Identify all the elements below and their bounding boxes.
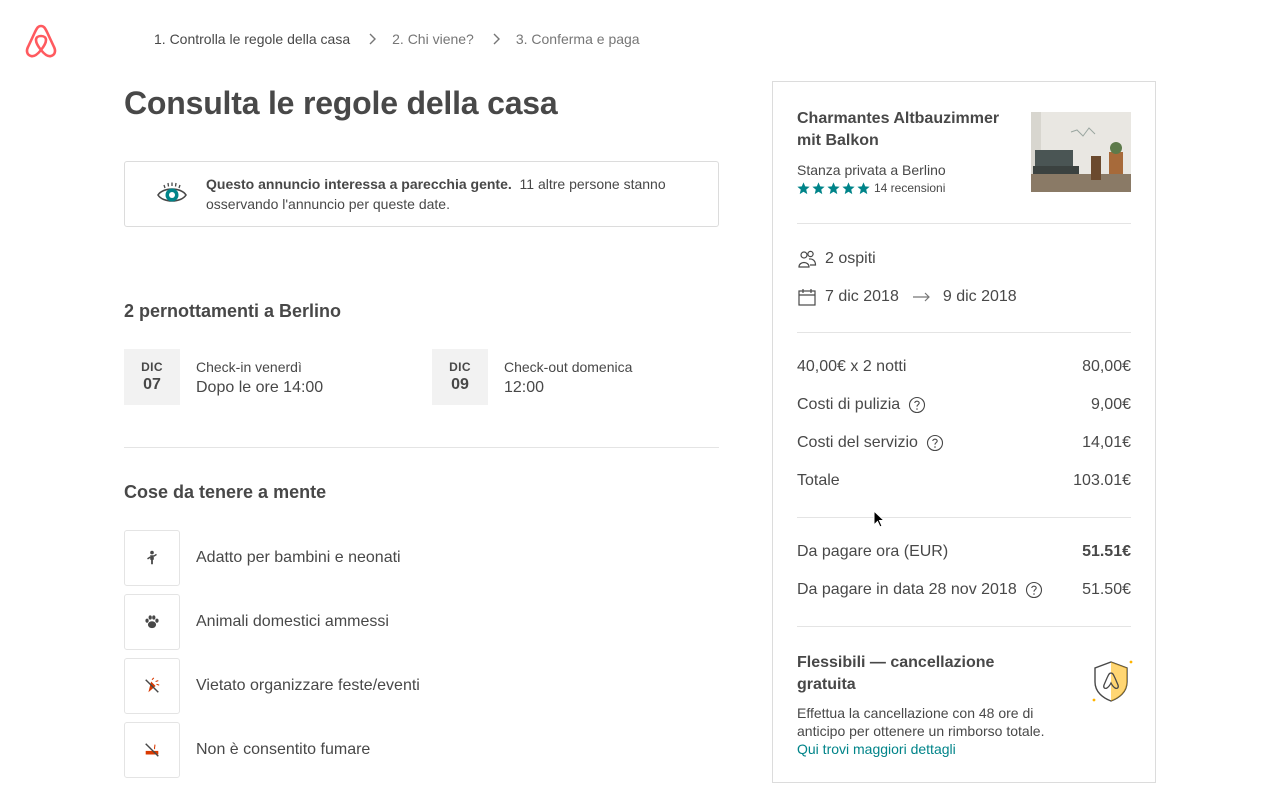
checkout-month: DIC (449, 360, 471, 374)
page-title: Consulta le regole della casa (124, 85, 558, 121)
card-divider (797, 332, 1131, 333)
no-party-icon (124, 658, 180, 714)
cancellation-policy-title: Flessibili — cancellazione gratuita (797, 654, 995, 693)
rule-item: Vietato organizzare feste/eventi (124, 658, 420, 714)
price-value: 80,00€ (1082, 358, 1131, 375)
checkout-time: 12:00 (504, 379, 545, 396)
rule-label: Vietato organizzare feste/eventi (196, 677, 420, 694)
total-value: 103.01€ (1073, 472, 1131, 489)
listing-photo[interactable] (1031, 112, 1131, 192)
checkin-label: Check-in venerdì (196, 359, 302, 375)
booking-summary-card: Charmantes Altbauzimmer mit Balkon Stanz… (772, 81, 1156, 783)
rules-heading: Cose da tenere a mente (124, 482, 327, 502)
price-value: 14,01€ (1082, 434, 1131, 451)
price-value: 9,00€ (1090, 396, 1131, 413)
checkout-date-badge: DIC 09 (432, 349, 488, 405)
guests-icon (797, 249, 817, 269)
star-icon (827, 181, 840, 194)
mouse-cursor-icon (873, 510, 885, 528)
question-icon[interactable] (1025, 581, 1043, 599)
checkout-info: Check-out domenica 12:00 (504, 359, 632, 397)
rule-item: Non è consentito fumare (124, 722, 370, 778)
pay-later-row: Da pagare in data 28 nov 2018 51.50€ (797, 581, 1131, 599)
pay-later-value: 51.50€ (1082, 581, 1131, 598)
policy-body: Effettua la cancellazione con 48 ore di … (797, 705, 1045, 739)
checkin-date: 7 dic 2018 (825, 288, 899, 305)
notice-bold: Questo annuncio interessa a parecchia ge… (206, 176, 512, 192)
rule-label: Non è consentito fumare (196, 741, 371, 758)
rule-label: Adatto per bambini e neonati (196, 549, 401, 566)
chevron-right-icon (366, 33, 378, 45)
rule-item: Animali domestici ammessi (124, 594, 389, 650)
star-icon (812, 181, 825, 194)
card-divider (797, 223, 1131, 224)
guests-row: 2 ospiti (797, 249, 876, 269)
price-row: Costi di pulizia 9,00€ (797, 396, 1131, 414)
pay-later-label: Da pagare in data 28 nov 2018 (797, 581, 1017, 598)
checkout-date: 9 dic 2018 (942, 288, 1017, 305)
star-icon (842, 181, 855, 194)
dates-row: 7 dic 2018 9 dic 2018 (797, 287, 1017, 307)
price-label: Costi di pulizia (797, 396, 901, 413)
breadcrumb-step-rules[interactable]: 1. Controlla le regole della casa (154, 31, 350, 47)
checkout-day: 09 (451, 376, 469, 393)
listing-subtitle: Stanza privata a Berlino (797, 162, 946, 178)
star-icon (797, 181, 810, 194)
pay-now-value: 51.51€ (1082, 543, 1131, 560)
question-icon[interactable] (926, 434, 944, 452)
card-divider (797, 626, 1131, 627)
no-smoking-icon (124, 722, 180, 778)
star-icon (857, 181, 870, 194)
card-divider (797, 517, 1131, 518)
notice-text: Questo annuncio interessa a parecchia ge… (206, 174, 702, 214)
arrow-right-icon (912, 292, 931, 302)
checkout-label: Check-out domenica (504, 359, 633, 375)
breadcrumb-step-confirm[interactable]: 3. Conferma e paga (516, 31, 640, 47)
review-count[interactable]: 14 recensioni (874, 181, 945, 195)
checkin-day: 07 (143, 376, 161, 393)
shield-icon (1092, 660, 1133, 702)
total-row: Totale 103.01€ (797, 472, 1131, 490)
policy-details-link[interactable]: Qui trovi maggiori dettagli (797, 741, 956, 757)
paw-icon (124, 594, 180, 650)
chevron-right-icon (490, 33, 502, 45)
checkin-date-badge: DIC 07 (124, 349, 180, 405)
price-row: Costi del servizio 14,01€ (797, 434, 1131, 452)
checkin-info: Check-in venerdì Dopo le ore 14:00 (196, 359, 323, 397)
eye-icon (157, 182, 187, 202)
airbnb-logo-icon[interactable] (24, 22, 58, 60)
price-row: 40,00€ x 2 notti 80,00€ (797, 358, 1131, 376)
question-icon[interactable] (908, 396, 926, 414)
price-label: Costi del servizio (797, 434, 918, 451)
rule-label: Animali domestici ammessi (196, 613, 389, 630)
pay-now-label: Da pagare ora (EUR) (797, 543, 949, 560)
total-label: Totale (797, 472, 840, 489)
calendar-icon (797, 287, 817, 307)
guests-count: 2 ospiti (825, 250, 876, 267)
checkin-time: Dopo le ore 14:00 (196, 379, 324, 396)
child-icon (124, 530, 180, 586)
rule-item: Adatto per bambini e neonati (124, 530, 401, 586)
popularity-notice: Questo annuncio interessa a parecchia ge… (124, 161, 719, 227)
breadcrumb: 1. Controlla le regole della casa 2. Chi… (154, 31, 640, 47)
price-label: 40,00€ x 2 notti (797, 358, 907, 375)
stay-heading: 2 pernottamenti a Berlino (124, 301, 342, 321)
cancellation-policy-text: Effettua la cancellazione con 48 ore di … (797, 704, 1057, 758)
section-divider (124, 447, 719, 448)
breadcrumb-step-guests[interactable]: 2. Chi viene? (392, 31, 474, 47)
pay-now-row: Da pagare ora (EUR) 51.51€ (797, 543, 1131, 561)
checkin-month: DIC (141, 360, 163, 374)
rating: 14 recensioni (797, 181, 945, 195)
listing-title[interactable]: Charmantes Altbauzimmer mit Balkon (797, 108, 1017, 152)
